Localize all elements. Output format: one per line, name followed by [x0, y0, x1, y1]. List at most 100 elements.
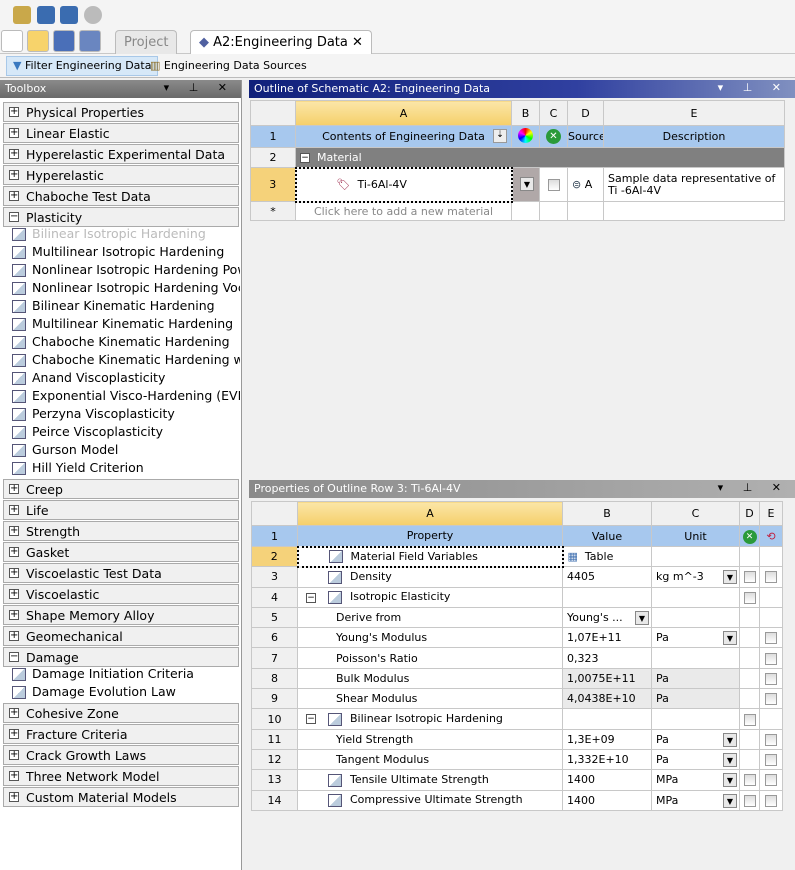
value-cell[interactable]: 4405: [562, 566, 652, 588]
property-name-cell[interactable]: Tensile Ultimate Strength: [297, 769, 563, 791]
expand-icon[interactable]: +: [9, 505, 19, 515]
property-name-cell[interactable]: Derive from: [297, 606, 563, 629]
toolbox-group[interactable]: + Hyperelastic Experimental Data: [3, 144, 239, 164]
dropdown-arrow[interactable]: ▼: [635, 610, 649, 625]
unit-dropdown[interactable]: ▼: [723, 631, 737, 646]
update-icon[interactable]: [60, 6, 78, 24]
material-dropdown[interactable]: ▼: [511, 167, 540, 202]
property-row[interactable]: 14 Compressive Ultimate Strength 1400 MPa ▼: [251, 789, 783, 811]
toolbox-item[interactable]: Bilinear Kinematic Hardening: [10, 298, 240, 316]
unit-cell[interactable]: Pa: [651, 667, 740, 690]
unit-cell[interactable]: Pa ▼: [651, 748, 740, 771]
value-cell[interactable]: 1,3E+09: [562, 728, 652, 750]
expand-icon[interactable]: +: [9, 750, 19, 760]
close-icon[interactable]: ✕: [352, 35, 363, 50]
col-c[interactable]: C: [539, 100, 568, 126]
toolbox-group[interactable]: − Damage: [3, 647, 239, 667]
add-material-cell[interactable]: Click here to add a new material: [295, 201, 512, 221]
unit-dropdown[interactable]: ▼: [723, 773, 737, 788]
value-cell[interactable]: [562, 708, 652, 730]
material-row[interactable]: 3 🏷 Ti-6Al-4V ▼ ⊜ A Sample data representati…: [250, 166, 785, 203]
property-name-cell[interactable]: Shear Modulus: [297, 688, 563, 710]
toolbox-item[interactable]: Chaboche Kinematic Hardening: [10, 334, 240, 352]
toolbox-group[interactable]: − Plasticity: [3, 207, 239, 227]
value-cell[interactable]: 1400: [562, 789, 652, 811]
property-name-cell[interactable]: Poisson's Ratio: [297, 647, 563, 669]
save-button[interactable]: [53, 30, 75, 52]
value-cell[interactable]: ▦ Table: [561, 545, 652, 568]
expand-icon[interactable]: +: [9, 484, 19, 494]
toolbox-item[interactable]: Nonlinear Isotropic Hardening Power Law: [10, 262, 240, 280]
toolbox-item[interactable]: Bilinear Isotropic Hardening: [10, 226, 240, 244]
expand-icon[interactable]: +: [9, 170, 19, 180]
toolbox-group[interactable]: + Shape Memory Alloy: [3, 605, 239, 625]
panel-controls[interactable]: ▾ ⊥ ✕: [164, 81, 235, 94]
collapse-icon[interactable]: −: [9, 652, 19, 662]
col-d[interactable]: D: [567, 100, 604, 126]
toolbox-group[interactable]: + Viscoelastic: [3, 584, 239, 604]
unit-cell[interactable]: [651, 708, 740, 730]
unit-dropdown[interactable]: ▼: [723, 732, 737, 747]
toolbox-group[interactable]: + Cohesive Zone: [3, 703, 239, 723]
parameter-checkbox[interactable]: [765, 632, 777, 645]
property-row[interactable]: 12 Tangent Modulus 1,332E+10 Pa ▼: [251, 748, 783, 771]
suppress-checkbox[interactable]: [743, 591, 756, 604]
property-row[interactable]: 11 Yield Strength 1,3E+09 Pa ▼: [251, 728, 783, 750]
parameter-checkbox[interactable]: [765, 733, 777, 746]
expand-icon[interactable]: +: [9, 589, 19, 599]
unit-dropdown[interactable]: ▼: [723, 793, 737, 808]
toolbox-group[interactable]: + Geomechanical: [3, 626, 239, 646]
suppress-checkbox[interactable]: [547, 179, 560, 191]
toolbox-group[interactable]: + Physical Properties: [3, 102, 239, 122]
property-name-cell[interactable]: − Bilinear Isotropic Hardening: [297, 708, 563, 730]
parameter-checkbox[interactable]: [765, 774, 777, 787]
import-icon[interactable]: [13, 6, 31, 24]
toolbox-group[interactable]: + Viscoelastic Test Data: [3, 563, 239, 583]
property-row[interactable]: 2 Material Field Variables ▦ Table: [251, 545, 783, 568]
engineering-data-sources-button[interactable]: ▥ Engineering Data Sources: [146, 56, 311, 76]
property-name-cell[interactable]: Tangent Modulus: [297, 748, 563, 771]
expand-icon[interactable]: +: [9, 771, 19, 781]
value-cell[interactable]: Young's ... ▼: [562, 606, 652, 629]
parameter-checkbox[interactable]: [765, 754, 777, 767]
value-cell[interactable]: [562, 586, 652, 608]
chart-icon[interactable]: [328, 712, 342, 726]
open-button[interactable]: [27, 30, 49, 52]
col-d[interactable]: D: [739, 501, 760, 526]
chart-icon[interactable]: [328, 793, 342, 807]
parameter-checkbox[interactable]: [765, 652, 777, 665]
toolbox-item[interactable]: Perzyna Viscoplasticity: [10, 406, 240, 424]
property-name-cell[interactable]: Compressive Ultimate Strength: [297, 789, 563, 811]
toolbox-group[interactable]: + Fracture Criteria: [3, 724, 239, 744]
material-group-row[interactable]: 2− Material: [250, 147, 785, 168]
property-row[interactable]: 3 Density 4405 kg m^-3 ▼: [251, 566, 783, 588]
toolbox-group[interactable]: + Three Network Model: [3, 766, 239, 786]
panel-controls[interactable]: ▾ ⊥ ✕: [718, 481, 789, 494]
unit-cell[interactable]: [651, 586, 740, 608]
expand-icon[interactable]: +: [9, 526, 19, 536]
toolbox-item[interactable]: Nonlinear Isotropic Hardening Voce Law: [10, 280, 240, 298]
sort-icon[interactable]: ⇣: [493, 129, 507, 143]
unit-cell[interactable]: [651, 606, 740, 629]
property-row[interactable]: 10− Bilinear Isotropic Hardening: [251, 708, 783, 730]
toolbox-item[interactable]: Multilinear Isotropic Hardening: [10, 244, 240, 262]
toolbox-group[interactable]: + Linear Elastic: [3, 123, 239, 143]
unit-cell[interactable]: kg m^-3 ▼: [651, 566, 740, 588]
tab-engineering-data[interactable]: ◆ A2:Engineering Data ✕: [190, 30, 372, 54]
unit-cell[interactable]: Pa: [651, 688, 740, 710]
unit-cell[interactable]: [651, 545, 740, 568]
col-e[interactable]: E: [603, 100, 785, 126]
property-row[interactable]: 13 Tensile Ultimate Strength 1400 MPa ▼: [251, 769, 783, 791]
property-name-cell[interactable]: Bulk Modulus: [297, 667, 563, 690]
chart-icon[interactable]: [328, 570, 342, 584]
unit-dropdown[interactable]: ▼: [723, 752, 737, 767]
parameter-checkbox[interactable]: [765, 693, 777, 706]
toolbox-item[interactable]: Damage Evolution Law: [10, 684, 240, 702]
toolbox-group[interactable]: + Chaboche Test Data: [3, 186, 239, 206]
collapse-icon[interactable]: −: [9, 212, 19, 222]
value-cell[interactable]: 1400: [562, 769, 652, 791]
chart-icon[interactable]: [328, 773, 342, 787]
property-row[interactable]: 5 Derive from Young's ... ▼: [251, 606, 783, 629]
tab-project[interactable]: Project: [115, 30, 178, 54]
expand-icon[interactable]: +: [9, 729, 19, 739]
